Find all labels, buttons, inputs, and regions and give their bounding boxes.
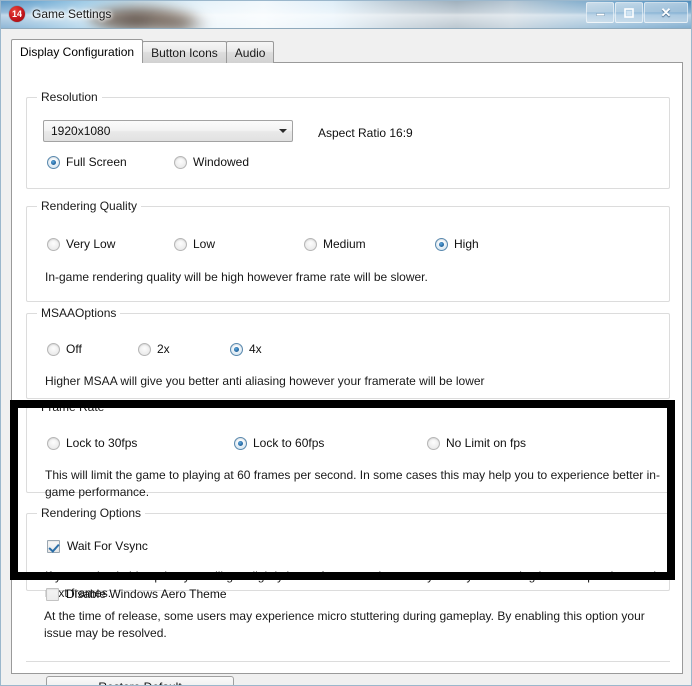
radio-label: Medium [323, 237, 366, 251]
checkbox-indicator-icon [46, 587, 59, 601]
radio-indicator-icon [435, 237, 448, 251]
radio-very-low[interactable]: Very Low [47, 237, 115, 251]
radio-msaa-2x[interactable]: 2x [138, 342, 170, 356]
tab-strip: Display Configuration Button Icons Audio [11, 39, 681, 63]
group-rendering-options: Rendering Options Wait For Vsync If you … [26, 506, 670, 600]
radio-indicator-icon [174, 155, 187, 169]
group-rendering-quality-legend: Rendering Quality [37, 199, 142, 213]
radio-label: 2x [157, 342, 170, 356]
radio-label: No Limit on fps [446, 436, 527, 450]
checkmark-icon [47, 539, 60, 553]
radio-indicator-icon [47, 342, 60, 356]
client-area: Display Configuration Button Icons Audio… [1, 29, 691, 685]
app-icon: 14 [9, 6, 25, 22]
resolution-combobox[interactable]: 1920x1080 [43, 120, 293, 142]
checkbox-disable-windows-aero-theme[interactable]: Disable Windows Aero Theme [46, 587, 227, 601]
radio-indicator-icon [230, 342, 243, 356]
radio-indicator-icon [234, 436, 247, 450]
maximize-button[interactable] [615, 2, 643, 23]
restore-default-label: Restore Default [98, 680, 181, 686]
close-button[interactable]: ✕ [644, 2, 688, 23]
tab-button-icons[interactable]: Button Icons [142, 41, 227, 63]
radio-low[interactable]: Low [174, 237, 215, 251]
radio-indicator-icon [47, 436, 60, 450]
group-frame-rate-legend: Frame Rate [37, 400, 109, 414]
radio-label: Low [193, 237, 216, 251]
frame-rate-hint: This will limit the game to playing at 6… [45, 468, 660, 499]
radio-lock-30fps[interactable]: Lock to 30fps [47, 436, 137, 450]
radio-lock-60fps[interactable]: Lock to 60fps [234, 436, 324, 450]
window-controls: ✕ [585, 2, 688, 23]
radio-indicator-icon [138, 342, 151, 356]
group-resolution-legend: Resolution [37, 90, 102, 104]
radio-label: Off [66, 342, 82, 356]
radio-indicator-icon [47, 155, 60, 169]
group-frame-rate: Frame Rate Lock to 30fps Lock to 60fps N… [26, 400, 670, 499]
title-bar-left: 14 Game Settings [9, 6, 111, 22]
group-msaa-legend: MSAAOptions [37, 306, 121, 320]
radio-full-screen[interactable]: Full Screen [47, 155, 127, 169]
radio-medium[interactable]: Medium [304, 237, 366, 251]
tab-label: Audio [234, 45, 266, 60]
tab-label: Button Icons [151, 45, 218, 60]
tab-display-configuration[interactable]: Display Configuration [11, 39, 144, 63]
resolution-combobox-value: 1920x1080 [51, 124, 111, 138]
radio-indicator-icon [427, 436, 440, 450]
radio-indicator-icon [174, 237, 187, 251]
radio-indicator-icon [304, 237, 317, 251]
radio-no-limit-fps[interactable]: No Limit on fps [427, 436, 526, 450]
checkbox-label: Disable Windows Aero Theme [66, 587, 227, 601]
rendering-quality-hint: In-game rendering quality will be high h… [45, 270, 428, 284]
chevron-down-icon [273, 129, 292, 133]
aspect-ratio-label: Aspect Ratio 16:9 [318, 126, 413, 140]
minimize-button[interactable] [586, 2, 614, 23]
title-bar: 14 Game Settings ✕ [1, 1, 691, 29]
window-title: Game Settings [32, 7, 112, 21]
close-icon: ✕ [660, 5, 672, 20]
radio-label: Windowed [193, 155, 250, 169]
group-rendering-options-legend: Rendering Options [37, 506, 146, 520]
msaa-hint: Higher MSAA will give you better anti al… [45, 374, 485, 388]
radio-label: High [454, 237, 479, 251]
tab-audio[interactable]: Audio [225, 41, 275, 63]
checkbox-label: Wait For Vsync [67, 539, 148, 553]
radio-label: Full Screen [66, 155, 127, 169]
radio-windowed[interactable]: Windowed [174, 155, 249, 169]
radio-indicator-icon [47, 237, 60, 251]
checkbox-wait-for-vsync[interactable]: Wait For Vsync [47, 539, 148, 553]
radio-label: Lock to 30fps [66, 436, 138, 450]
titlebar-blurred-backdrop-secondary [151, 11, 211, 28]
game-settings-window: 14 Game Settings ✕ Display Configuration… [0, 0, 692, 686]
tab-page-display-configuration: Resolution 1920x1080 Aspect Ratio 16:9 F… [11, 62, 683, 685]
radio-label: Very Low [66, 237, 116, 251]
radio-high[interactable]: High [435, 237, 479, 251]
radio-msaa-4x[interactable]: 4x [230, 342, 262, 356]
restore-default-button[interactable]: Restore Default [46, 676, 234, 686]
radio-msaa-off[interactable]: Off [47, 342, 82, 356]
group-msaa-options: MSAAOptions Off 2x 4x Higher MSAA will g… [26, 306, 670, 399]
group-resolution: Resolution 1920x1080 Aspect Ratio 16:9 F… [26, 90, 670, 189]
radio-label: Lock to 60fps [253, 436, 325, 450]
tab-label: Display Configuration [20, 44, 135, 59]
group-rendering-quality: Rendering Quality Very Low Low Medium Hi… [26, 199, 670, 302]
content-divider [26, 661, 670, 662]
aero-hint: At the time of release, some users may e… [44, 609, 645, 640]
radio-label: 4x [249, 342, 262, 356]
